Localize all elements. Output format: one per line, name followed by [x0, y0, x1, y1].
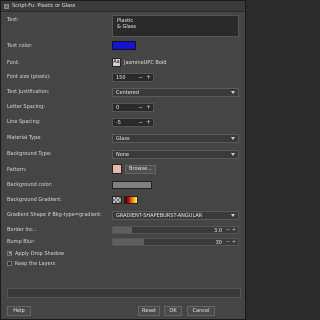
- titlebar: Script-Fu: Plastic or Glass: [1, 1, 245, 12]
- apply-drop-shadow-checkbox[interactable]: ✕: [7, 251, 12, 257]
- material-type-value: Glass: [116, 136, 130, 142]
- apply-drop-shadow-label: Apply Drop Shadow: [15, 250, 65, 257]
- gradient-shape-label: Gradient Shape if Bkg-type=gradient:: [7, 212, 102, 218]
- pattern-selector: Browse...: [112, 164, 156, 174]
- progress-bar: [7, 288, 241, 298]
- bump-blur-slider[interactable]: 30 − +: [112, 238, 239, 246]
- border-inc-increment-icon[interactable]: +: [231, 227, 237, 233]
- font-selector-button[interactable]: Aa JasmineUPC Bold: [112, 58, 166, 67]
- background-color-label: Background color:: [7, 182, 53, 188]
- chevron-down-icon: [231, 91, 235, 94]
- font-name: JasmineUPC Bold: [124, 59, 167, 66]
- font-size-label: Font size (pixels):: [7, 74, 51, 80]
- pattern-browse-button[interactable]: Browse...: [125, 164, 156, 174]
- text-label: Text:: [7, 17, 19, 23]
- border-inc-fill: [113, 227, 132, 233]
- font-icon: Aa: [112, 58, 121, 67]
- chevron-down-icon: [231, 153, 235, 156]
- line-spacing-spinner[interactable]: -5 − +: [112, 118, 154, 127]
- text-color-label: Text color:: [7, 43, 33, 49]
- keep-layers-toggle[interactable]: Keep the Layers: [7, 260, 55, 267]
- background-gradient-label: Background Gradient:: [7, 197, 62, 203]
- font-size-increment-icon[interactable]: +: [145, 75, 152, 81]
- pattern-label: Pattern:: [7, 167, 27, 173]
- gradient-shape-value: GRADIENT-SHAPEBURST-ANGULAR: [116, 213, 203, 219]
- bump-blur-value: 30: [215, 240, 222, 246]
- reset-button[interactable]: Reset: [138, 306, 160, 316]
- ok-button[interactable]: OK: [164, 306, 182, 316]
- background-gradient-selector[interactable]: [112, 196, 138, 204]
- bump-blur-label: Bump Blur:: [7, 239, 35, 245]
- text-justification-label: Text Justification:: [7, 89, 50, 95]
- gradient-preview[interactable]: [124, 196, 138, 204]
- line-spacing-decrement-icon[interactable]: −: [137, 120, 144, 126]
- line-spacing-label: Line Spacing:: [7, 119, 41, 125]
- bump-blur-increment-icon[interactable]: +: [231, 239, 237, 245]
- border-inc-value: 3.0: [214, 228, 222, 234]
- letter-spacing-increment-icon[interactable]: +: [145, 105, 152, 111]
- background-color-button[interactable]: [112, 181, 152, 189]
- gradient-shape-dropdown[interactable]: GRADIENT-SHAPEBURST-ANGULAR: [112, 211, 239, 220]
- letter-spacing-value: 0: [116, 105, 120, 111]
- plastic-glass-dialog: Script-Fu: Plastic or Glass Text: Plasti…: [0, 0, 246, 320]
- pattern-preview[interactable]: [112, 164, 122, 174]
- background-type-value: None: [116, 152, 130, 158]
- cancel-button[interactable]: Cancel: [187, 306, 215, 316]
- bump-blur-fill: [113, 239, 145, 245]
- keep-layers-checkbox[interactable]: [7, 261, 12, 266]
- chevron-down-icon: [231, 214, 235, 217]
- border-inc-label: Border Inc.:: [7, 227, 37, 233]
- letter-spacing-spinner[interactable]: 0 − +: [112, 103, 154, 112]
- letter-spacing-decrement-icon[interactable]: −: [137, 105, 144, 111]
- font-size-spinner[interactable]: 150 − +: [112, 73, 154, 82]
- app-icon: [4, 3, 9, 9]
- background-type-dropdown[interactable]: None: [112, 150, 239, 159]
- help-button[interactable]: Help: [7, 306, 31, 316]
- material-type-label: Material Type:: [7, 135, 43, 141]
- font-size-value: 150: [116, 75, 126, 81]
- text-justification-value: Centered: [116, 90, 139, 96]
- font-label: Font:: [7, 60, 20, 66]
- border-inc-slider[interactable]: 3.0 − +: [112, 226, 239, 234]
- window-title: Script-Fu: Plastic or Glass: [12, 3, 76, 9]
- line-spacing-value: -5: [116, 120, 121, 126]
- font-size-decrement-icon[interactable]: −: [137, 75, 144, 81]
- text-color-button[interactable]: [112, 41, 136, 50]
- text-justification-dropdown[interactable]: Centered: [112, 88, 239, 97]
- chevron-down-icon: [231, 137, 235, 140]
- gradient-transparency-preview: [112, 196, 122, 204]
- keep-layers-label: Keep the Layers: [15, 260, 56, 267]
- apply-drop-shadow-toggle[interactable]: ✕ Apply Drop Shadow: [7, 250, 64, 257]
- text-input[interactable]: Plastic & Glass: [112, 15, 239, 37]
- material-type-dropdown[interactable]: Glass: [112, 134, 239, 143]
- letter-spacing-label: Letter Spacing:: [7, 104, 45, 110]
- line-spacing-increment-icon[interactable]: +: [145, 120, 152, 126]
- background-type-label: Background Type:: [7, 151, 52, 157]
